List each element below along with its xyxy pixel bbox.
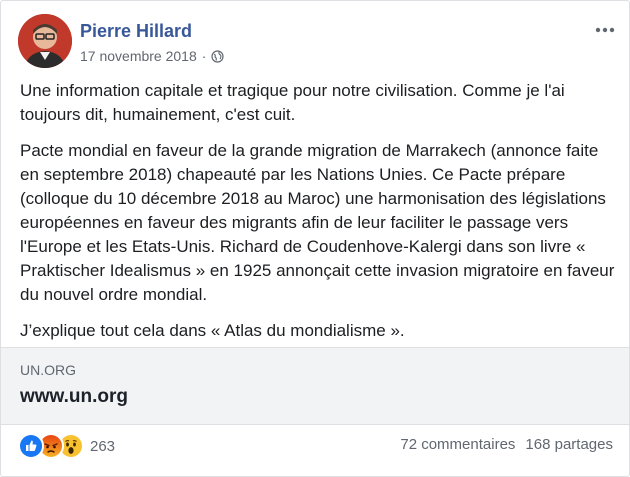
post-body: Une information capitale et tragique pou… [20,79,615,355]
post-date[interactable]: 17 novembre 2018 [80,48,197,64]
meta-separator: · [201,48,207,64]
reactions-summary[interactable]: 263 [18,433,115,459]
ellipsis-icon[interactable] [593,20,617,40]
engagement-counts: 72 commentaires 168 partages [400,436,613,453]
reaction-count[interactable]: 263 [90,438,115,455]
post-paragraph: J’explique tout cela dans « Atlas du mon… [20,321,405,340]
avatar-image [18,14,72,68]
post-header: Pierre Hillard 17 novembre 2018 · [18,14,617,70]
comments-count[interactable]: 72 commentaires [400,436,515,453]
link-preview-card[interactable]: UN.ORG www.un.org [1,347,629,425]
post-footer: 263 72 commentaires 168 partages [1,424,629,470]
avatar[interactable] [18,14,72,68]
post-paragraph: Pacte mondial en faveur de la grande mig… [20,141,615,304]
facebook-post: Pierre Hillard 17 novembre 2018 · Une in… [0,0,630,477]
post-meta: 17 novembre 2018 · [80,48,225,64]
like-icon [18,433,44,459]
post-paragraph: Une information capitale et tragique pou… [20,81,565,124]
author-name[interactable]: Pierre Hillard [80,21,192,42]
globe-icon[interactable] [211,49,225,63]
shares-count[interactable]: 168 partages [525,436,613,453]
link-title[interactable]: www.un.org [20,386,128,408]
link-domain: UN.ORG [20,362,76,378]
